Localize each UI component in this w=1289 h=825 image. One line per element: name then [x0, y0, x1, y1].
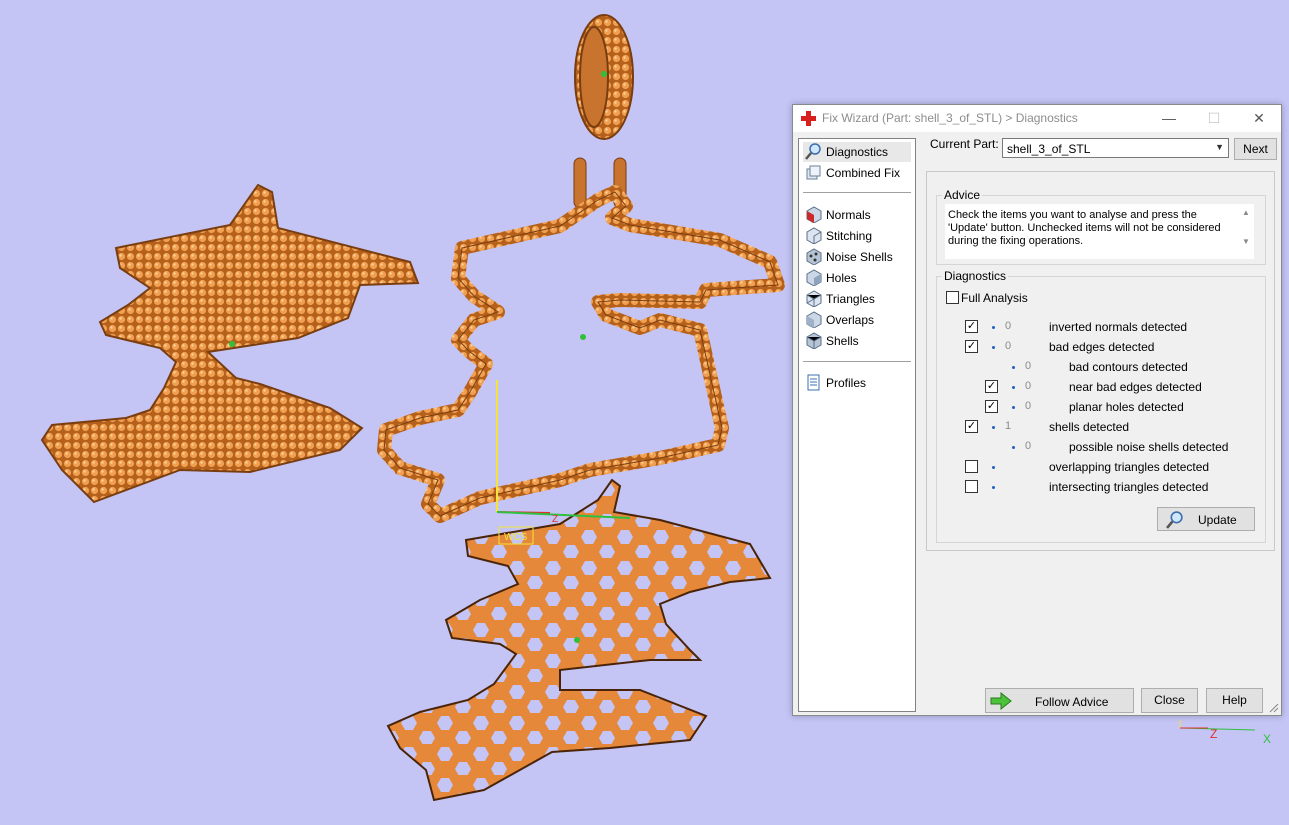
middle-outline-shape[interactable]	[377, 157, 785, 523]
noise-shells-label: possible noise shells detected	[1069, 440, 1229, 454]
close-window-button[interactable]: ✕	[1239, 105, 1279, 132]
title-bar[interactable]: Fix Wizard (Part: shell_3_of_STL) > Diag…	[793, 105, 1281, 132]
red-cross-icon	[801, 111, 816, 126]
status-dot	[992, 426, 995, 429]
sidebar-item-noise-shells[interactable]: Noise Shells	[803, 247, 911, 267]
overlapping-triangles-label: overlapping triangles detected	[1049, 460, 1210, 474]
status-dot	[992, 326, 995, 329]
normals-cube-icon	[806, 206, 822, 223]
diagnostics-title: Diagnostics	[942, 269, 1009, 283]
bad-contours-count: 0	[1025, 360, 1032, 372]
planar-holes-count: 0	[1025, 400, 1032, 412]
resize-grip-icon[interactable]	[1269, 703, 1279, 713]
planar-holes-label: planar holes detected	[1069, 400, 1184, 414]
magnifier-icon	[805, 143, 821, 160]
status-dot	[992, 466, 995, 469]
corner-axis-x: X	[1263, 732, 1271, 746]
intersecting-triangles-label: intersecting triangles detected	[1049, 480, 1209, 494]
intersecting-triangles-checkbox[interactable]	[965, 480, 978, 493]
wcs-label: WCS	[504, 532, 528, 543]
inverted-normals-label: inverted normals detected	[1049, 320, 1188, 334]
fix-sidebar: Diagnostics Combined Fix Normals Stitchi…	[798, 138, 916, 712]
corner-axes	[1179, 720, 1256, 731]
advice-title: Advice	[942, 188, 983, 202]
overlaps-cube-icon	[806, 311, 822, 328]
next-button[interactable]: Next	[1234, 138, 1277, 160]
current-part-value: shell_3_of_STL	[1007, 142, 1091, 156]
bail-ring-part[interactable]	[574, 14, 634, 140]
advice-textbox[interactable]: Check the items you want to analyse and …	[945, 204, 1254, 259]
combined-fix-icon	[806, 165, 821, 180]
status-dot	[992, 486, 995, 489]
overlapping-triangles-checkbox[interactable]	[965, 460, 978, 473]
near-bad-edges-checkbox[interactable]: ✓	[985, 380, 998, 393]
status-dot	[1012, 406, 1015, 409]
update-label: Update	[1198, 513, 1237, 527]
green-arrow-icon	[990, 692, 1012, 710]
sidebar-separator	[803, 361, 911, 362]
sidebar-item-combined-fix[interactable]: Combined Fix	[803, 163, 911, 183]
near-bad-edges-count: 0	[1025, 380, 1032, 392]
current-part-select[interactable]: shell_3_of_STL ▼	[1002, 138, 1229, 158]
near-bad-edges-label: near bad edges detected	[1069, 380, 1202, 394]
inverted-normals-count: 0	[1005, 320, 1012, 332]
shells-cube-icon	[806, 332, 822, 349]
bad-edges-label: bad edges detected	[1049, 340, 1155, 354]
status-dot	[992, 346, 995, 349]
sidebar-item-normals[interactable]: Normals	[803, 205, 911, 225]
advice-text: Check the items you want to analyse and …	[948, 209, 1221, 247]
axis-z-label: Z	[552, 514, 558, 525]
window-title: Fix Wizard (Part: shell_3_of_STL) > Diag…	[822, 111, 1078, 125]
close-button[interactable]: Close	[1141, 688, 1198, 713]
honeycomb-shape[interactable]	[386, 478, 772, 802]
bad-contours-label: bad contours detected	[1069, 360, 1188, 374]
fix-wizard-dialog: Fix Wizard (Part: shell_3_of_STL) > Diag…	[792, 104, 1282, 716]
sidebar-item-triangles[interactable]: Triangles	[803, 289, 911, 309]
shells-label: shells detected	[1049, 420, 1130, 434]
maximize-button[interactable]: ☐	[1194, 105, 1234, 132]
status-dot	[1012, 386, 1015, 389]
status-dot	[1012, 446, 1015, 449]
sidebar-item-holes[interactable]: Holes	[803, 268, 911, 288]
noise-shells-count: 0	[1025, 440, 1032, 452]
status-dot	[1012, 366, 1015, 369]
sidebar-item-profiles[interactable]: Profiles	[803, 373, 911, 393]
full-analysis-checkbox[interactable]	[946, 291, 959, 304]
minimize-button[interactable]: —	[1149, 105, 1189, 132]
scroll-up-icon[interactable]: ▲	[1238, 208, 1254, 217]
scroll-down-icon[interactable]: ▼	[1238, 237, 1254, 246]
shells-checkbox[interactable]: ✓	[965, 420, 978, 433]
document-icon	[807, 374, 820, 391]
sidebar-item-overlaps[interactable]: Overlaps	[803, 310, 911, 330]
sidebar-separator	[803, 192, 911, 193]
help-button[interactable]: Help	[1206, 688, 1263, 713]
update-button[interactable]: Update	[1157, 507, 1255, 531]
planar-holes-checkbox[interactable]: ✓	[985, 400, 998, 413]
sidebar-item-diagnostics[interactable]: Diagnostics	[803, 142, 911, 162]
sidebar-item-shells[interactable]: Shells	[803, 331, 911, 351]
stitching-cube-icon	[806, 227, 822, 244]
follow-advice-label: Follow Advice	[1035, 695, 1109, 709]
full-analysis-label: Full Analysis	[961, 291, 1028, 305]
sidebar-item-stitching[interactable]: Stitching	[803, 226, 911, 246]
follow-advice-button[interactable]: Follow Advice	[985, 688, 1134, 713]
bad-edges-checkbox[interactable]: ✓	[965, 340, 978, 353]
triangles-cube-icon	[806, 290, 822, 307]
magnifier-icon	[1166, 511, 1183, 529]
chevron-down-icon: ▼	[1215, 142, 1224, 152]
current-part-label: Current Part:	[930, 137, 999, 151]
left-beaded-shape[interactable]	[40, 183, 420, 504]
shells-count: 1	[1005, 420, 1012, 432]
corner-axis-z: Z	[1210, 727, 1217, 741]
advice-scrollbar[interactable]: ▲ ▼	[1238, 204, 1254, 259]
holes-cube-icon	[806, 269, 822, 286]
bad-edges-count: 0	[1005, 340, 1012, 352]
noise-shells-icon	[806, 248, 822, 265]
inverted-normals-checkbox[interactable]: ✓	[965, 320, 978, 333]
